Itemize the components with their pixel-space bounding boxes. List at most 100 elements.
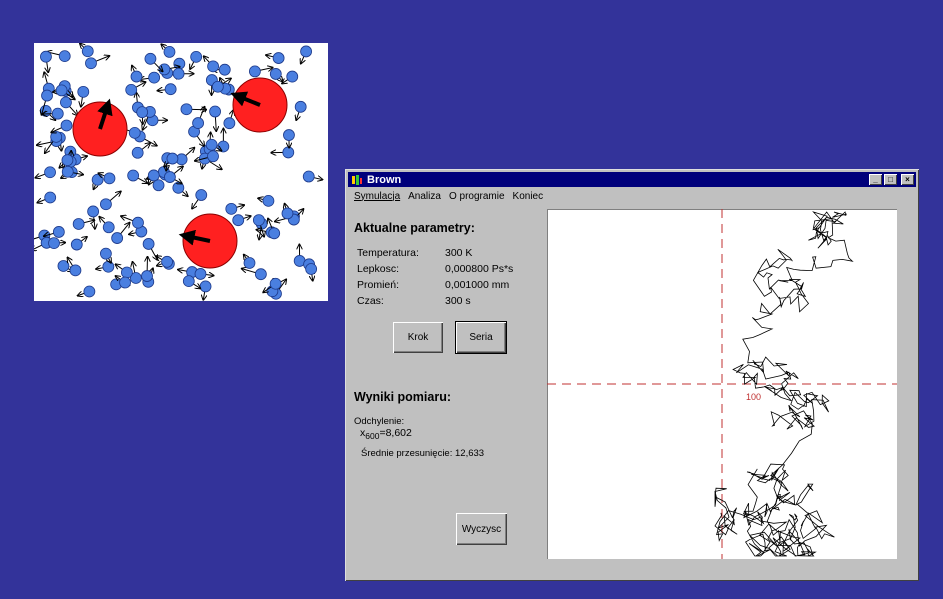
- maximize-button[interactable]: □: [884, 174, 897, 185]
- clear-button[interactable]: Wyczysc: [456, 513, 507, 545]
- param-label: Temperatura:: [357, 247, 419, 259]
- brownian-illustration: [34, 43, 328, 301]
- small-particle: [302, 170, 322, 183]
- small-particle: [232, 214, 251, 227]
- small-particle: [87, 205, 100, 229]
- small-particle: [40, 50, 52, 72]
- small-particle: [217, 129, 230, 153]
- param-label: Czas:: [357, 295, 384, 307]
- small-particle: [209, 105, 221, 131]
- small-particle: [192, 189, 208, 209]
- small-particle: [141, 257, 153, 282]
- center-label: 100: [746, 392, 761, 402]
- param-value: 0,000800 Ps*s: [445, 263, 514, 275]
- small-particle: [248, 66, 272, 78]
- deviation-value: =8,602: [379, 427, 412, 439]
- step-button[interactable]: Krok: [393, 322, 443, 353]
- param-value: 0,001000 mm: [445, 279, 510, 291]
- brown-window: Brown _ □ × Symulacja Analiza O programi…: [345, 169, 919, 581]
- menu-analiza[interactable]: Analiza: [408, 191, 441, 202]
- small-particle: [194, 268, 214, 280]
- small-particle: [283, 129, 295, 148]
- small-particle: [51, 119, 73, 132]
- particles-diagram: [34, 43, 328, 301]
- param-row-radius: Promień: 0,001000 mm: [357, 277, 513, 293]
- small-particle: [305, 263, 318, 281]
- small-particle: [99, 247, 111, 263]
- small-particle: [77, 85, 90, 106]
- app-icon: [352, 174, 362, 185]
- small-particle: [204, 56, 220, 73]
- small-particle: [161, 44, 176, 58]
- param-label: Lepkosc:: [357, 263, 400, 275]
- small-particle: [130, 66, 143, 83]
- small-particle: [68, 258, 82, 277]
- small-particle: [96, 260, 115, 273]
- param-row-time: Czas: 300 s: [357, 293, 513, 309]
- large-particle: [72, 98, 128, 157]
- small-particle: [121, 216, 144, 229]
- small-particle: [301, 45, 312, 64]
- minimize-button[interactable]: _: [869, 174, 882, 185]
- small-particle: [127, 169, 148, 183]
- param-value: 300 K: [445, 247, 473, 259]
- deviation-subscript: 600: [365, 431, 380, 442]
- small-particle: [271, 146, 295, 159]
- small-particle: [266, 52, 285, 64]
- results-heading: Wyniki pomiaru:: [354, 390, 452, 404]
- window-title: Brown: [367, 173, 402, 186]
- small-particle: [225, 202, 244, 215]
- small-particle: [242, 269, 267, 281]
- small-particle: [78, 285, 96, 298]
- small-particle: [172, 181, 188, 196]
- params-heading: Aktualne parametry:: [354, 221, 475, 235]
- small-particle: [100, 192, 120, 211]
- trajectory-plot: 100: [547, 209, 897, 559]
- small-particle: [116, 264, 133, 279]
- small-particle: [223, 110, 236, 130]
- small-particle: [140, 71, 161, 84]
- small-particle: [125, 82, 146, 96]
- title-bar[interactable]: Brown _ □ ×: [348, 172, 916, 187]
- series-button[interactable]: Seria: [455, 321, 507, 354]
- deviation-readout: x600=8,602: [360, 427, 412, 441]
- small-particle: [99, 217, 115, 234]
- small-particle: [172, 67, 193, 80]
- small-particle: [295, 100, 307, 120]
- param-value: 300 s: [445, 295, 471, 307]
- small-particle: [80, 44, 94, 58]
- mean-shift-text: Średnie przesunięcie: 12,633: [361, 448, 485, 459]
- small-particle: [188, 125, 205, 146]
- small-particle: [36, 166, 56, 178]
- small-particle: [175, 148, 194, 166]
- small-particle: [48, 237, 66, 250]
- small-particle: [158, 83, 177, 96]
- large-particle: [178, 213, 238, 269]
- close-button[interactable]: ×: [901, 174, 914, 185]
- small-particle: [85, 56, 109, 70]
- menu-o-programie[interactable]: O programie: [449, 191, 505, 202]
- large-particle: [230, 77, 288, 133]
- small-particle: [192, 107, 205, 129]
- param-label: Promień:: [357, 279, 400, 291]
- small-particle: [142, 238, 157, 259]
- small-particle: [144, 52, 163, 71]
- menu-symulacja[interactable]: Symulacja: [354, 191, 400, 202]
- small-particle: [282, 70, 299, 83]
- small-particle: [199, 280, 212, 300]
- trajectory-canvas: 100: [547, 209, 897, 559]
- small-particle: [269, 68, 282, 81]
- small-particle: [258, 194, 275, 207]
- small-particle: [72, 218, 94, 230]
- param-row-temperature: Temperatura: 300 K: [357, 245, 513, 261]
- params-table: Temperatura: 300 K Lepkosc: 0,000800 Ps*…: [357, 245, 513, 309]
- small-particle: [131, 143, 150, 159]
- small-particle: [244, 255, 256, 269]
- small-particle: [281, 204, 294, 220]
- small-particle: [190, 50, 203, 69]
- param-row-viscosity: Lepkosc: 0,000800 Ps*s: [357, 261, 513, 277]
- deviation-label: Odchylenie:: [354, 416, 405, 427]
- small-particle: [91, 173, 104, 189]
- menu-koniec[interactable]: Koniec: [513, 191, 544, 202]
- menu-bar: Symulacja Analiza O programie Koniec: [348, 188, 916, 204]
